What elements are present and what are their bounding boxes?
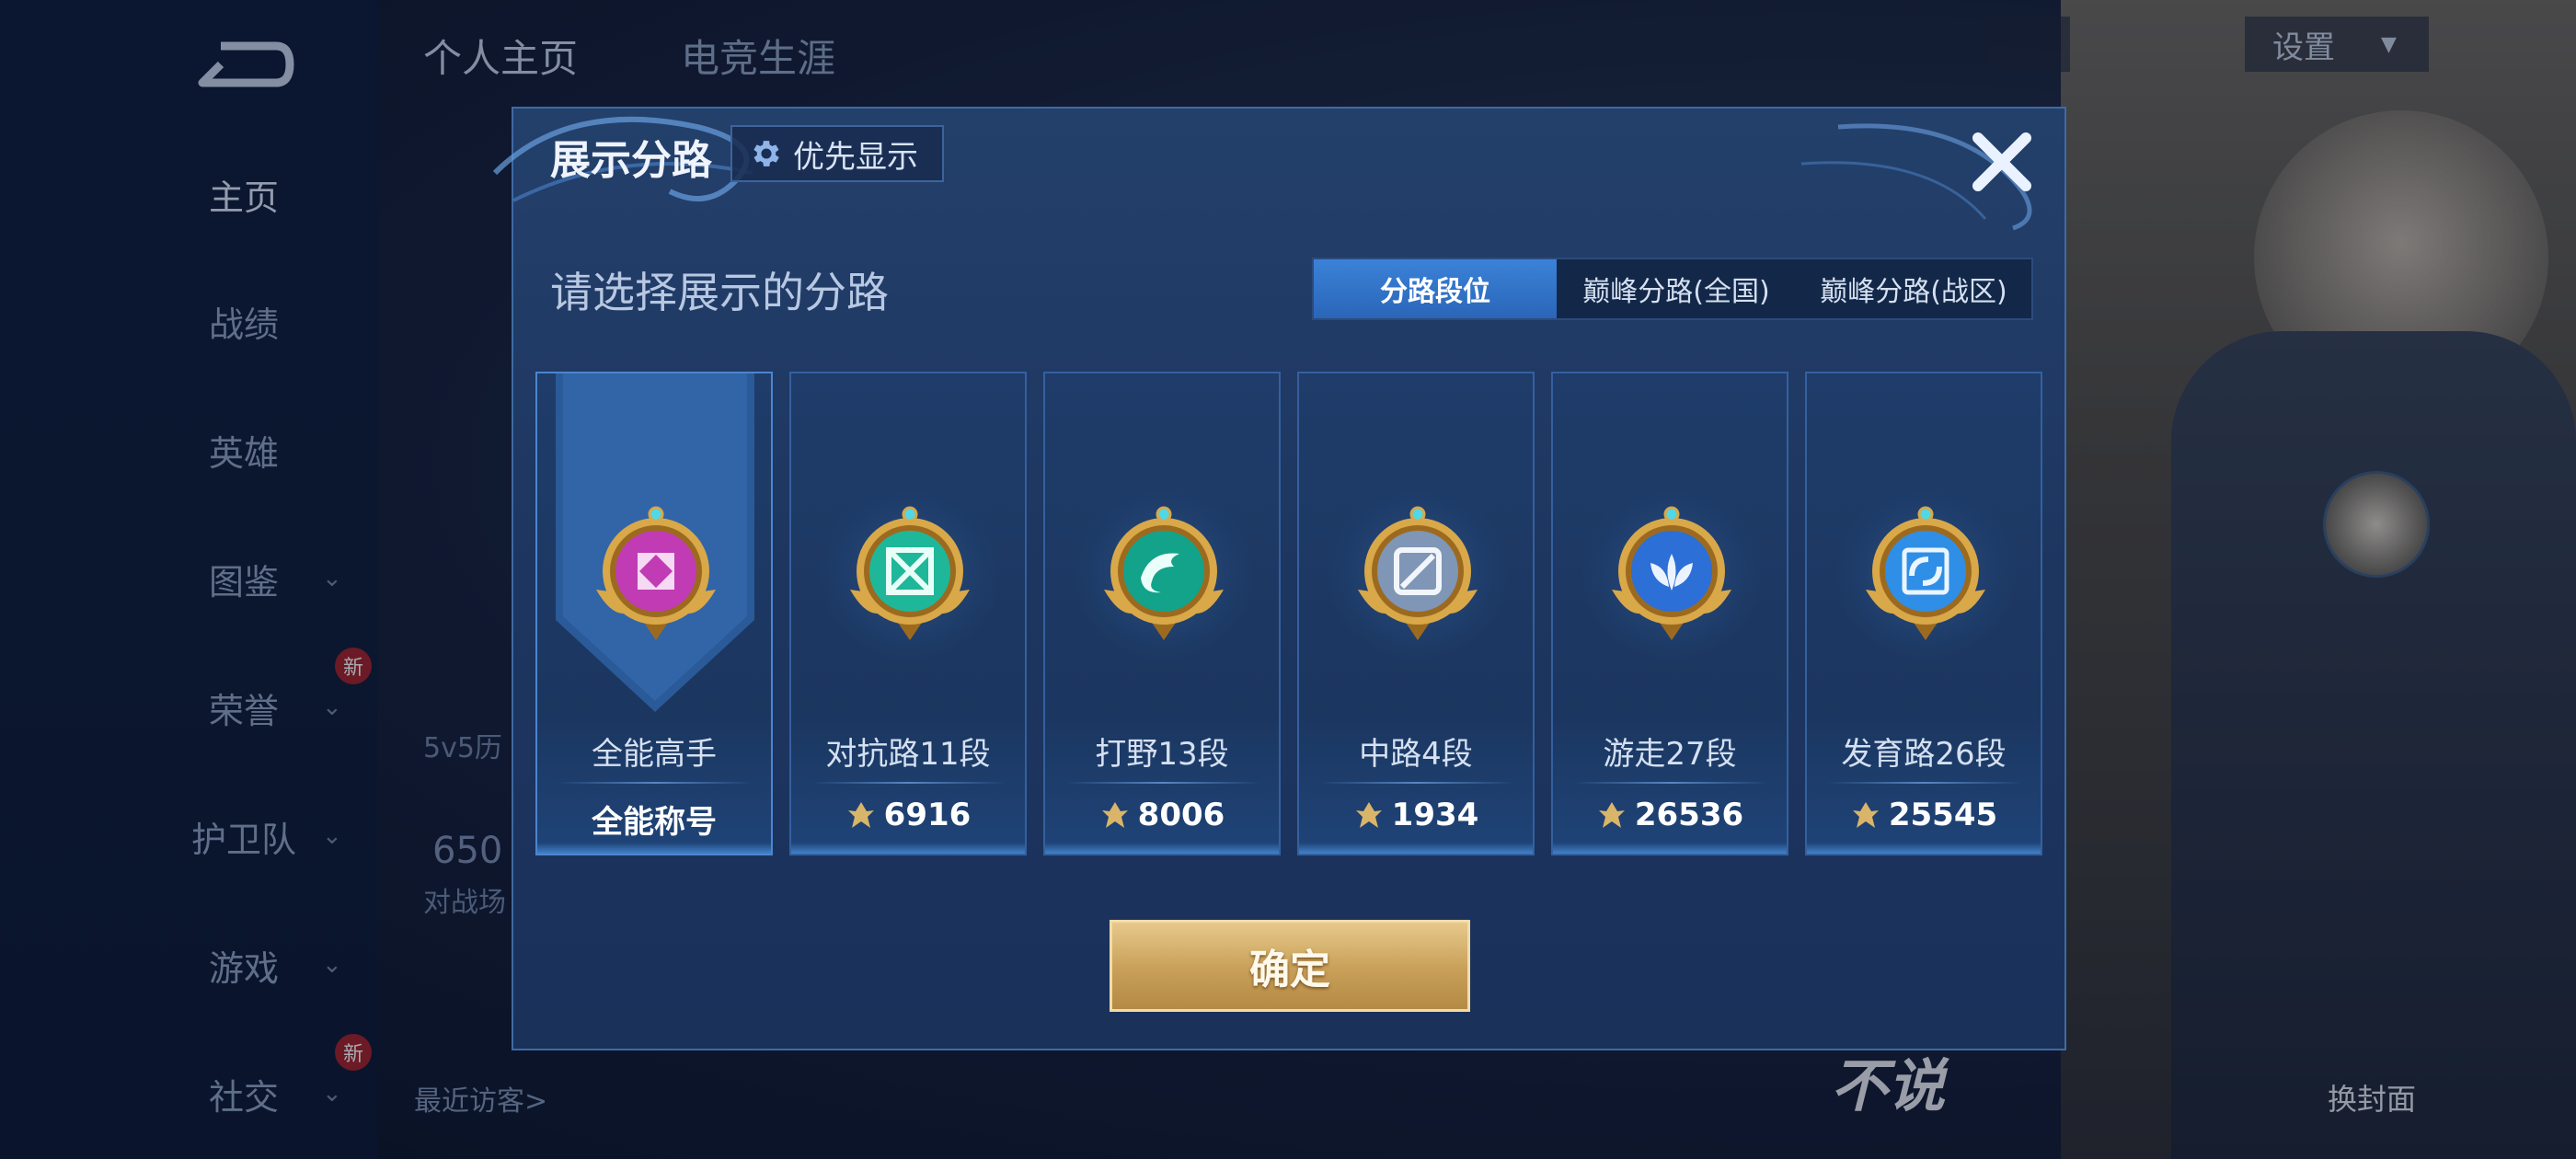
rank-points-icon [1598,802,1625,828]
clash-lane-emblem-icon [850,506,970,640]
lane-card[interactable]: 游走27段 26536 [1551,372,1788,855]
lane-score-value: 25545 [1888,797,1998,833]
lane-score: 8006 [1045,797,1279,833]
lane-card[interactable]: 对抗路11段 6916 [789,372,1027,855]
tab-lane-rank[interactable]: 分路段位 [1314,259,1557,318]
lane-card[interactable]: 全能高手 全能称号 [535,372,773,855]
tab-peak-region-label: 巅峰分路(战区) [1820,276,2007,308]
lane-name: 打野13段 [1095,736,1229,773]
lane-display-dialog: 展示分路 优先显示 请选择展示的分路 分路段位 巅峰分路(全国) 巅峰分路(战区… [492,107,2066,1050]
lane-name: 对抗路11段 [825,736,991,773]
lane-score-value: 全能称号 [592,804,717,841]
dialog-title: 展示分路 [550,137,712,184]
lane-name: 中路4段 [1359,736,1473,773]
lane-score: 6916 [791,797,1025,833]
tab-peak-region[interactable]: 巅峰分路(战区) [1796,259,2031,318]
priority-display-button[interactable]: 优先显示 [730,125,944,182]
gear-icon [753,141,779,166]
close-icon[interactable] [1965,125,2039,199]
lane-type-tabs: 分路段位 巅峰分路(全国) 巅峰分路(战区) [1312,258,2033,320]
lane-score-value: 8006 [1137,797,1225,833]
confirm-label: 确定 [1249,947,1330,993]
rank-points-icon [1355,802,1382,828]
card-bottom-glow [791,843,1025,854]
card-bottom-glow [1045,843,1279,854]
card-bottom-glow [1299,843,1533,854]
lane-score: 1934 [1299,797,1533,833]
rank-points-icon [1852,802,1879,828]
tab-peak-national-label: 巅峰分路(全国) [1582,276,1770,308]
lane-card[interactable]: 打野13段 8006 [1043,372,1281,855]
farm-lane-emblem-icon [1866,506,1985,640]
lane-name: 游走27段 [1603,736,1737,773]
tab-peak-national[interactable]: 巅峰分路(全国) [1557,259,1796,318]
lane-score-value: 1934 [1391,797,1479,833]
lane-score: 26536 [1553,797,1787,833]
lane-score: 25545 [1807,797,2041,833]
priority-display-label: 优先显示 [793,138,918,176]
lane-name: 全能高手 [592,736,717,773]
confirm-button[interactable]: 确定 [1110,920,1470,1012]
card-bottom-glow [1553,843,1787,854]
rank-points-icon [847,802,874,828]
card-bottom-glow [537,843,771,854]
card-divider [811,782,1006,784]
jungle-emblem-icon [1104,506,1224,640]
card-divider [1319,782,1514,784]
lane-score-value: 26536 [1634,797,1744,833]
tab-lane-rank-label: 分路段位 [1380,276,1490,308]
lane-score: 全能称号 [537,797,771,842]
card-divider [1065,782,1260,784]
card-divider [558,782,753,784]
lane-score-value: 6916 [883,797,972,833]
mid-lane-emblem-icon [1358,506,1478,640]
select-lane-prompt: 请选择展示的分路 [550,268,889,317]
card-divider [1827,782,2022,784]
roam-emblem-icon [1612,506,1731,640]
rank-points-icon [1101,802,1128,828]
card-divider [1573,782,1768,784]
lane-card[interactable]: 中路4段 1934 [1297,372,1535,855]
lane-name: 发育路26段 [1841,736,2007,773]
all-round-emblem-icon [596,506,716,640]
card-bottom-glow [1807,843,2041,854]
lane-card[interactable]: 发育路26段 25545 [1805,372,2042,855]
